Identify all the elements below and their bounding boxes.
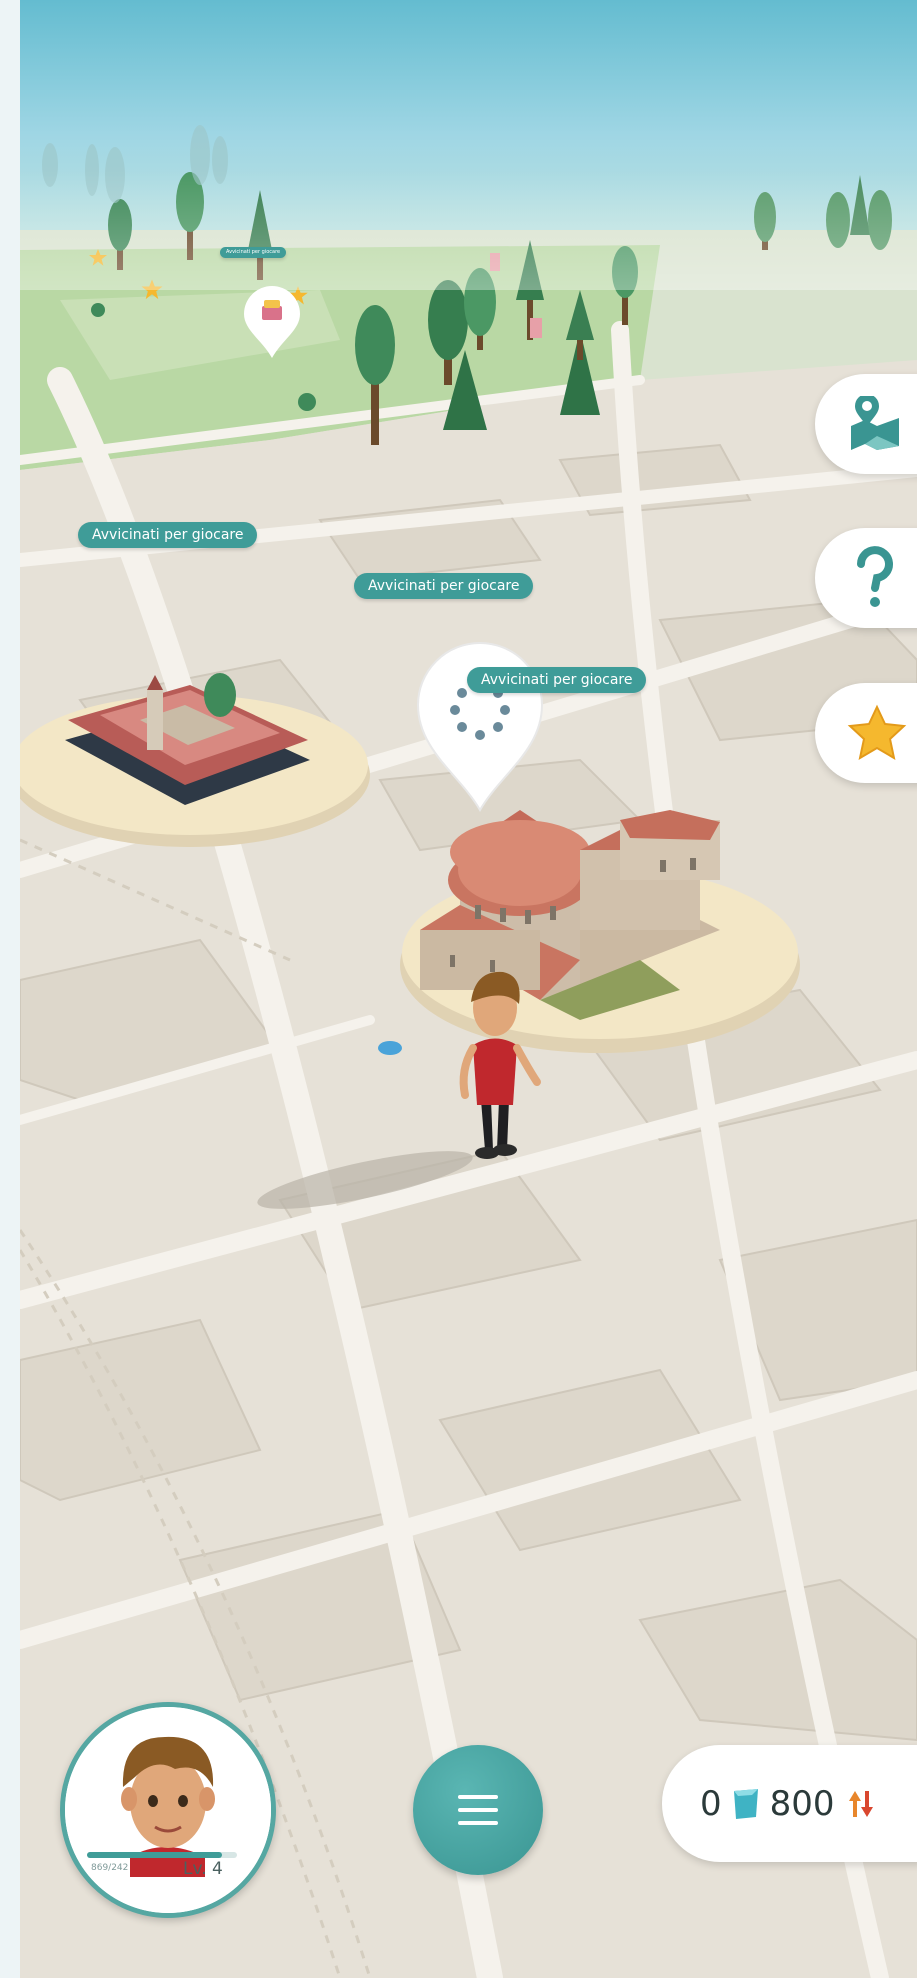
favorites-button[interactable] [815,683,917,783]
level-label: Lv. 4 [183,1859,223,1879]
gem-icon [733,1788,758,1819]
coin-count: 800 [769,1783,835,1824]
map-pin-icon [851,396,899,450]
avatar[interactable]: 869/242 Lv. 4 [60,1702,276,1918]
approach-label: Avvicinati per giocare [78,522,258,548]
map-button[interactable] [815,374,917,474]
trade-arrows-icon [848,1790,873,1817]
hamburger-icon [458,1795,498,1825]
menu-button[interactable] [413,1745,543,1875]
map-world[interactable] [20,0,917,1978]
star-icon [847,704,907,761]
approach-label-small: Avvicinati per giocare [220,247,287,258]
approach-label: Avvicinati per giocare [354,573,534,599]
resource-counter[interactable]: 0 800 [662,1745,917,1862]
player-marker [378,1041,402,1055]
help-button[interactable] [815,528,917,628]
xp-text: 869/242 [91,1863,129,1873]
approach-label: Avvicinati per giocare [467,667,647,693]
gem-count: 0 [700,1783,722,1824]
xp-bar [87,1852,237,1858]
game-viewport[interactable]: Avvicinati per giocare Avvicinati per gi… [20,0,917,1978]
avatar-portrait [65,1707,271,1913]
haze [20,170,917,290]
xp-bar-fill [87,1852,222,1858]
question-mark-icon [857,546,893,607]
